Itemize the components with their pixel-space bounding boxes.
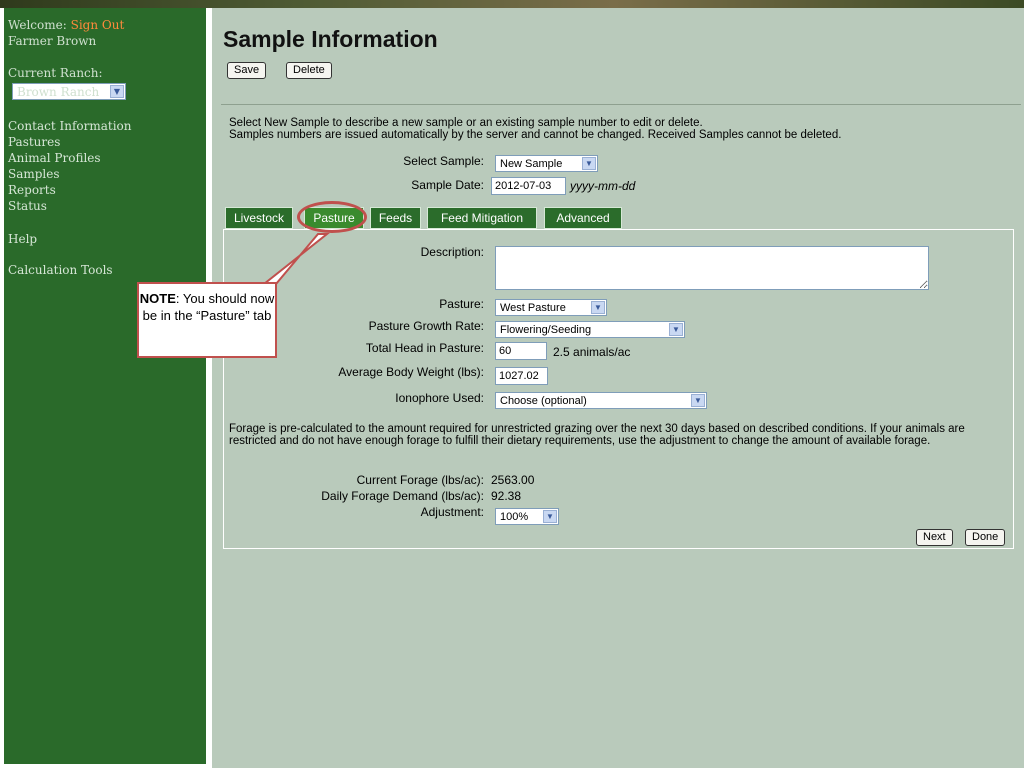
intro-line-2: Samples numbers are issued automatically… [229, 129, 842, 141]
current-ranch-label: Current Ranch: [8, 66, 103, 80]
nav-calculation-tools[interactable]: Calculation Tools [8, 263, 113, 277]
select-sample-label: Select Sample: [403, 154, 484, 168]
nav-status[interactable]: Status [8, 199, 47, 213]
sidebar: Welcome: Sign Out Farmer Brown Current R… [4, 8, 206, 764]
growth-rate-select[interactable]: Flowering/Seeding ▼ [495, 321, 685, 338]
total-head-input[interactable]: 60 [495, 342, 547, 360]
date-format-hint: yyyy-mm-dd [570, 179, 636, 193]
divider [221, 104, 1021, 105]
pasture-tab-highlight-ring [297, 201, 367, 233]
growth-rate-label: Pasture Growth Rate: [368, 319, 484, 333]
nav-samples[interactable]: Samples [8, 167, 60, 181]
pasture-select[interactable]: West Pasture ▼ [495, 299, 607, 316]
ionophore-label: Ionophore Used: [395, 391, 484, 405]
adjustment-select[interactable]: 100% ▼ [495, 508, 559, 525]
sample-date-input[interactable]: 2012-07-03 [491, 177, 566, 195]
body-weight-input[interactable]: 1027.02 [495, 367, 548, 385]
description-label: Description: [420, 245, 484, 259]
welcome-label: Welcome: [8, 18, 67, 32]
current-forage-value: 2563.00 [491, 473, 535, 487]
body-weight-label: Average Body Weight (lbs): [338, 365, 484, 379]
chevron-down-icon: ▼ [591, 301, 605, 314]
total-head-label: Total Head in Pasture: [365, 341, 484, 355]
select-sample-dropdown[interactable]: New Sample ▼ [495, 155, 598, 172]
page-title: Sample Information [223, 26, 438, 52]
user-name: Farmer Brown [8, 34, 97, 48]
main-content: Sample Information Save Delete Select Ne… [212, 8, 1024, 768]
ranch-select[interactable]: Brown Ranch ▼ [12, 83, 126, 100]
nav-contact-information[interactable]: Contact Information [8, 119, 132, 133]
current-forage-label: Current Forage (lbs/ac): [356, 473, 484, 487]
welcome-line: Welcome: Sign Out [8, 18, 124, 32]
ionophore-value: Choose (optional) [500, 395, 587, 407]
ionophore-select[interactable]: Choose (optional) ▼ [495, 392, 707, 409]
ranch-select-value: Brown Ranch [17, 85, 100, 99]
save-button[interactable]: Save [227, 62, 267, 79]
pasture-select-value: West Pasture [500, 302, 566, 314]
next-button[interactable]: Next [916, 529, 953, 546]
growth-rate-value: Flowering/Seeding [500, 324, 592, 336]
daily-demand-value: 92.38 [491, 489, 522, 503]
done-button[interactable]: Done [965, 529, 1006, 546]
tab-feeds[interactable]: Feeds [370, 207, 421, 229]
forage-explanation: Forage is pre-calculated to the amount r… [229, 423, 965, 447]
delete-button[interactable]: Delete [286, 62, 332, 79]
nav-animal-profiles[interactable]: Animal Profiles [8, 151, 101, 165]
tab-advanced[interactable]: Advanced [544, 207, 622, 229]
pasture-label: Pasture: [439, 297, 484, 311]
note-bold-label: NOTE [139, 291, 176, 306]
sample-date-label: Sample Date: [411, 178, 484, 192]
nav-pastures[interactable]: Pastures [8, 135, 60, 149]
note-callout: NOTE: You should now be in the “Pasture”… [137, 282, 277, 358]
sign-out-link[interactable]: Sign Out [71, 18, 125, 32]
adjustment-value: 100% [500, 511, 529, 523]
animal-density: 2.5 animals/ac [553, 345, 631, 359]
chevron-down-icon: ▼ [582, 157, 596, 170]
top-banner-strip [0, 0, 1024, 8]
tab-livestock[interactable]: Livestock [225, 207, 293, 229]
intro-line-1: Select New Sample to describe a new samp… [229, 117, 703, 129]
chevron-down-icon: ▼ [669, 323, 683, 336]
daily-demand-label: Daily Forage Demand (lbs/ac): [321, 489, 484, 503]
select-sample-value: New Sample [500, 158, 563, 170]
description-textarea[interactable] [495, 246, 929, 290]
nav-help[interactable]: Help [8, 232, 37, 246]
chevron-down-icon: ▼ [543, 510, 557, 523]
nav-reports[interactable]: Reports [8, 183, 56, 197]
tab-feed-mitigation[interactable]: Feed Mitigation [427, 207, 537, 229]
adjustment-label: Adjustment: [420, 505, 484, 519]
chevron-down-icon: ▼ [110, 85, 124, 98]
chevron-down-icon: ▼ [691, 394, 705, 407]
